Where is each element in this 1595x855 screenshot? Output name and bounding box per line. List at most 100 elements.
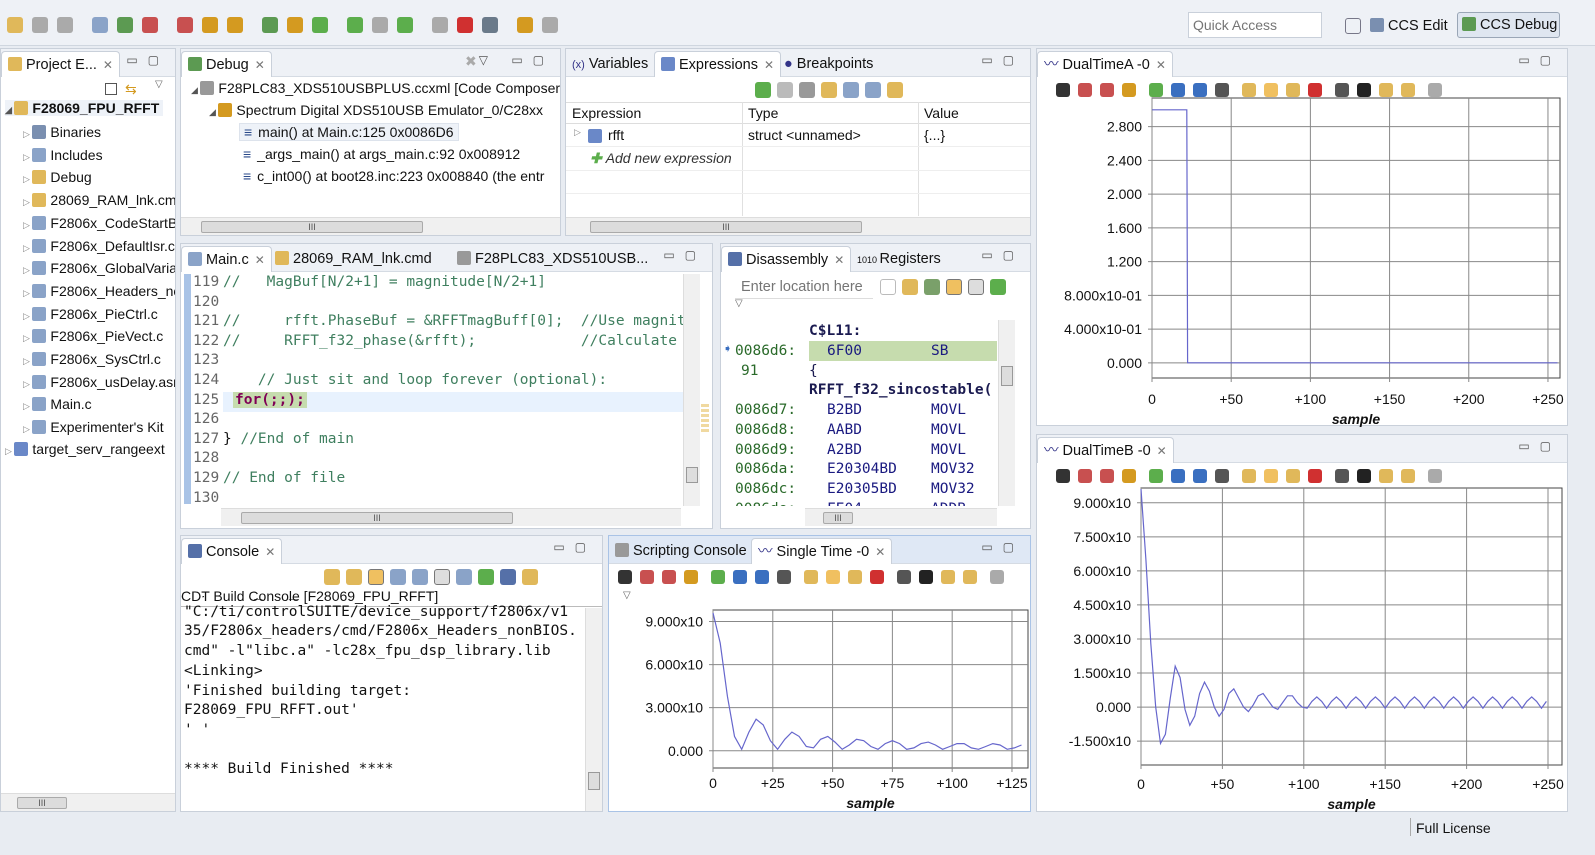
vertical-scrollbar[interactable]	[683, 274, 700, 506]
project-tree-item[interactable]: ▷ F2806x_GlobalVariableDefs.c	[23, 260, 175, 276]
step-into-icon[interactable]	[287, 17, 303, 34]
project-tree-item[interactable]: ▷ Includes	[23, 147, 175, 163]
remove-all-icon[interactable]	[799, 82, 815, 99]
minimize-maximize-icons[interactable]: ▭▢	[981, 248, 1024, 262]
close-icon[interactable]: ✕	[255, 58, 265, 72]
horizontal-scrollbar[interactable]: III	[566, 217, 1030, 235]
project-tree-item[interactable]: ▷ F2806x_Headers_nonBIOS.cmd	[23, 283, 175, 299]
copy-icon[interactable]	[456, 569, 472, 586]
refresh-icon[interactable]	[821, 82, 837, 99]
code-area[interactable]: 119// MagBuf[N/2+1] = magnitude[N/2+1] 12…	[193, 274, 686, 506]
stop-icon[interactable]	[870, 570, 884, 585]
minimize-maximize-icons[interactable]: ▽ ▭▢	[479, 53, 554, 67]
refresh-icon[interactable]	[1242, 83, 1256, 98]
license-status[interactable]: Full License	[1416, 820, 1491, 836]
terminate-icon[interactable]	[457, 17, 473, 34]
display-mode-icon[interactable]	[1056, 83, 1070, 98]
project-tree-item[interactable]: ▷ Experimenter's Kit	[23, 419, 175, 435]
import-icon[interactable]	[1379, 469, 1393, 484]
console-output[interactable]: ../28069_RAM_lnk.cmd "C:/ti/controlSUITE/…	[184, 596, 584, 811]
continuous-icon[interactable]	[1286, 469, 1300, 484]
tab-linker-cmd[interactable]: 28069_RAM_lnk.cmd	[269, 246, 438, 272]
export-icon[interactable]	[1335, 469, 1349, 484]
debug-icon[interactable]	[117, 17, 133, 34]
link-icon[interactable]	[1264, 83, 1278, 98]
minimize-maximize-icons[interactable]: ▭▢	[126, 53, 169, 67]
display-mode-icon[interactable]	[1056, 469, 1070, 484]
perspective-ccs-edit[interactable]: CCS Edit	[1370, 14, 1448, 38]
col-expression[interactable]: Expression	[572, 105, 641, 121]
horizontal-scrollbar[interactable]: III	[221, 508, 681, 526]
add-trace-icon[interactable]	[1078, 469, 1092, 484]
zoom-fit-icon[interactable]	[1215, 83, 1229, 98]
save-icon[interactable]	[963, 570, 977, 585]
continuous-refresh-icon[interactable]	[887, 82, 903, 99]
open-perspective-icon[interactable]	[1345, 18, 1361, 34]
close-icon[interactable]: ✕	[103, 58, 113, 72]
tab-dual-time-a[interactable]: 〰 DualTimeA -0 ✕	[1037, 51, 1173, 77]
stop-icon[interactable]	[1308, 469, 1322, 484]
save-icon[interactable]	[1401, 83, 1415, 98]
tab-registers[interactable]: 1010 Registers	[851, 246, 947, 272]
collapse-all-icon[interactable]	[105, 83, 117, 95]
zoom-out-icon[interactable]	[1193, 83, 1207, 98]
settings-icon[interactable]	[1428, 469, 1442, 484]
vertical-scrollbar[interactable]	[998, 320, 1015, 506]
reset-icon[interactable]	[227, 17, 243, 34]
stack-frame[interactable]: ≡ c_int00() at boot28.inc:223 0x008840 (t…	[239, 168, 548, 184]
project-tree-item[interactable]: ▷ F2806x_PieCtrl.c	[23, 306, 175, 322]
project-tree-item[interactable]: ▷ F2806x_CodeStartBranch.asm	[23, 215, 175, 231]
collapse-icon[interactable]	[843, 82, 859, 99]
step-icon[interactable]	[990, 279, 1006, 296]
go-icon[interactable]	[880, 279, 896, 296]
add-trace-icon[interactable]	[640, 570, 654, 585]
tab-debug[interactable]: Debug ✕	[181, 51, 272, 77]
close-icon[interactable]: ✕	[265, 545, 275, 559]
save-icon[interactable]	[32, 17, 48, 34]
remove-trace-icon[interactable]	[1100, 469, 1114, 484]
col-value[interactable]: Value	[924, 105, 959, 121]
expression-row[interactable]: ▷ rfft struct <unnamed> {...}	[566, 125, 1030, 147]
step-return-icon[interactable]	[347, 17, 363, 34]
display-mode-icon[interactable]	[618, 570, 632, 585]
plus-icon[interactable]	[711, 570, 725, 585]
settings-icon[interactable]	[990, 570, 1004, 585]
settings-icon[interactable]	[1428, 83, 1442, 98]
close-icon[interactable]: ✕	[764, 58, 774, 72]
minimize-maximize-icons[interactable]: ▭▢	[553, 540, 596, 554]
flash-icon[interactable]	[142, 17, 158, 34]
save-all-icon[interactable]	[57, 17, 73, 34]
tab-main-c[interactable]: Main.c ✕	[181, 246, 272, 272]
project-tree-item[interactable]: ▷ 28069_RAM_lnk.cmd	[23, 192, 175, 208]
zoom-out-icon[interactable]	[1193, 469, 1207, 484]
save-icon[interactable]	[1401, 469, 1415, 484]
location-input[interactable]	[735, 275, 873, 299]
display-console-icon[interactable]	[500, 569, 516, 586]
import-icon[interactable]	[1379, 83, 1393, 98]
step-over-icon[interactable]	[312, 17, 328, 34]
refresh-icon[interactable]	[804, 570, 818, 585]
zoom-in-icon[interactable]	[1171, 469, 1185, 484]
scroll-up-icon[interactable]	[346, 569, 362, 586]
tab-console[interactable]: Console ✕	[181, 538, 283, 564]
close-icon[interactable]: ✕	[1157, 444, 1167, 458]
external-icon[interactable]	[542, 17, 558, 34]
tab-variables[interactable]: (x) Variables	[566, 51, 654, 77]
stop-icon[interactable]	[1308, 83, 1322, 98]
remove-terminated-icon[interactable]: ✖	[465, 53, 477, 70]
restart-icon[interactable]	[262, 17, 278, 34]
cursor-icon[interactable]	[1122, 469, 1136, 484]
link-icon[interactable]	[826, 570, 840, 585]
debug-target[interactable]: ◢ F28PLC83_XDS510USBPLUS.ccxml [Code Com…	[191, 80, 560, 96]
project-root[interactable]: ◢ F28069_FPU_RFFT	[5, 100, 164, 116]
view-menu-icon[interactable]: ▽	[735, 298, 743, 309]
plus-icon[interactable]	[1149, 469, 1163, 484]
zoom-fit-icon[interactable]	[777, 570, 791, 585]
scroll-lock-icon[interactable]	[368, 569, 384, 586]
project-tree-item[interactable]: ▷ F2806x_SysCtrl.c	[23, 351, 175, 367]
suspend-icon[interactable]	[432, 17, 448, 34]
stack-frame[interactable]: ≡ main() at Main.c:125 0x0086D6	[239, 123, 459, 141]
view-menu-icon[interactable]: ▽	[155, 79, 163, 90]
link-editor-icon[interactable]: ⇆	[125, 81, 137, 98]
zoom-in-icon[interactable]	[1171, 83, 1185, 98]
